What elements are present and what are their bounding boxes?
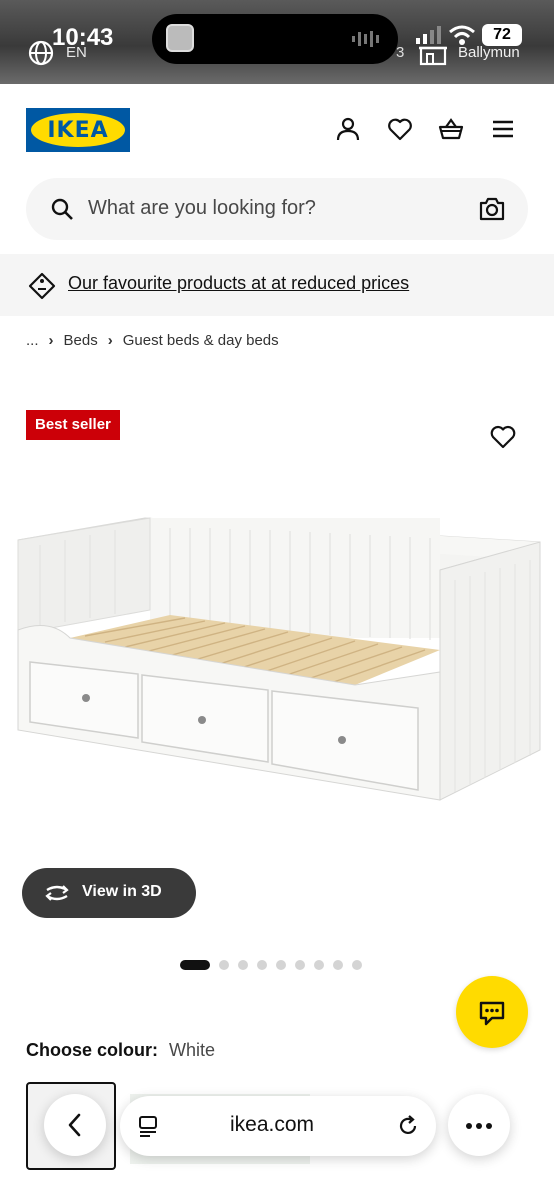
rotate-3d-icon bbox=[45, 885, 69, 901]
pagination-dot[interactable] bbox=[219, 960, 229, 970]
dynamic-island bbox=[152, 14, 398, 64]
pagination-dot[interactable] bbox=[238, 960, 248, 970]
view-in-3d-label: View in 3D bbox=[82, 883, 162, 900]
user-icon[interactable] bbox=[335, 116, 361, 142]
store-icon bbox=[419, 46, 447, 66]
audio-wave-icon bbox=[352, 31, 379, 47]
reload-icon[interactable] bbox=[396, 1114, 420, 1138]
browser-back-button[interactable] bbox=[44, 1094, 106, 1156]
chat-button[interactable] bbox=[456, 976, 528, 1048]
price-tag-icon bbox=[28, 272, 56, 300]
status-language: EN bbox=[66, 44, 87, 61]
wifi-icon bbox=[449, 25, 475, 45]
search-icon bbox=[51, 198, 73, 220]
status-partial-text: 3 bbox=[396, 44, 405, 61]
image-pagination bbox=[180, 960, 362, 970]
breadcrumb-ellipsis[interactable]: ... bbox=[26, 332, 39, 349]
breadcrumb: ... › Beds › Guest beds & day beds bbox=[26, 332, 279, 349]
search-bar[interactable]: What are you looking for? bbox=[26, 178, 528, 240]
browser-address-bar[interactable]: ikea.com bbox=[120, 1096, 436, 1156]
search-input[interactable]: What are you looking for? bbox=[88, 197, 316, 220]
pagination-dot[interactable] bbox=[295, 960, 305, 970]
favourite-heart-icon[interactable] bbox=[490, 425, 516, 449]
promo-banner[interactable]: Our favourite products at at reduced pri… bbox=[0, 254, 554, 316]
logo-text: IKEA bbox=[31, 113, 125, 147]
pagination-dot[interactable] bbox=[276, 960, 286, 970]
status-bar: 10:43 EN 3 72 Ballymun bbox=[0, 0, 554, 84]
chevron-right-icon: › bbox=[107, 332, 113, 349]
colour-selector-label: Choose colour: White bbox=[26, 1040, 215, 1061]
view-in-3d-button[interactable]: View in 3D bbox=[22, 868, 196, 918]
browser-more-button[interactable] bbox=[448, 1094, 510, 1156]
browser-url[interactable]: ikea.com bbox=[230, 1113, 314, 1137]
choose-colour-label: Choose colour: bbox=[26, 1040, 159, 1060]
chevron-right-icon: › bbox=[48, 332, 54, 349]
product-image-daybed[interactable] bbox=[10, 500, 550, 820]
camera-icon[interactable] bbox=[478, 196, 506, 222]
ikea-logo[interactable]: IKEA bbox=[26, 108, 130, 152]
chevron-left-icon bbox=[68, 1113, 81, 1137]
selected-colour-value: White bbox=[169, 1040, 216, 1060]
pagination-dot[interactable] bbox=[257, 960, 267, 970]
breadcrumb-item-guest-beds[interactable]: Guest beds & day beds bbox=[123, 332, 279, 349]
more-dots-icon bbox=[466, 1123, 492, 1129]
battery-icon: 72 bbox=[482, 24, 522, 46]
promo-link[interactable]: Our favourite products at at reduced pri… bbox=[68, 273, 409, 294]
pagination-dot[interactable] bbox=[352, 960, 362, 970]
tabs-icon[interactable] bbox=[136, 1114, 160, 1138]
menu-icon[interactable] bbox=[490, 116, 516, 142]
island-thumbnail bbox=[166, 24, 194, 52]
pagination-dot[interactable] bbox=[333, 960, 343, 970]
best-seller-badge: Best seller bbox=[26, 410, 120, 440]
heart-icon[interactable] bbox=[387, 116, 413, 142]
breadcrumb-item-beds[interactable]: Beds bbox=[64, 332, 98, 349]
status-location: Ballymun bbox=[458, 44, 520, 61]
site-header: IKEA bbox=[0, 84, 554, 174]
chat-bubble-icon bbox=[479, 1001, 505, 1026]
pagination-dot[interactable] bbox=[314, 960, 324, 970]
pagination-dot-active[interactable] bbox=[180, 960, 210, 970]
basket-icon[interactable] bbox=[438, 116, 464, 142]
